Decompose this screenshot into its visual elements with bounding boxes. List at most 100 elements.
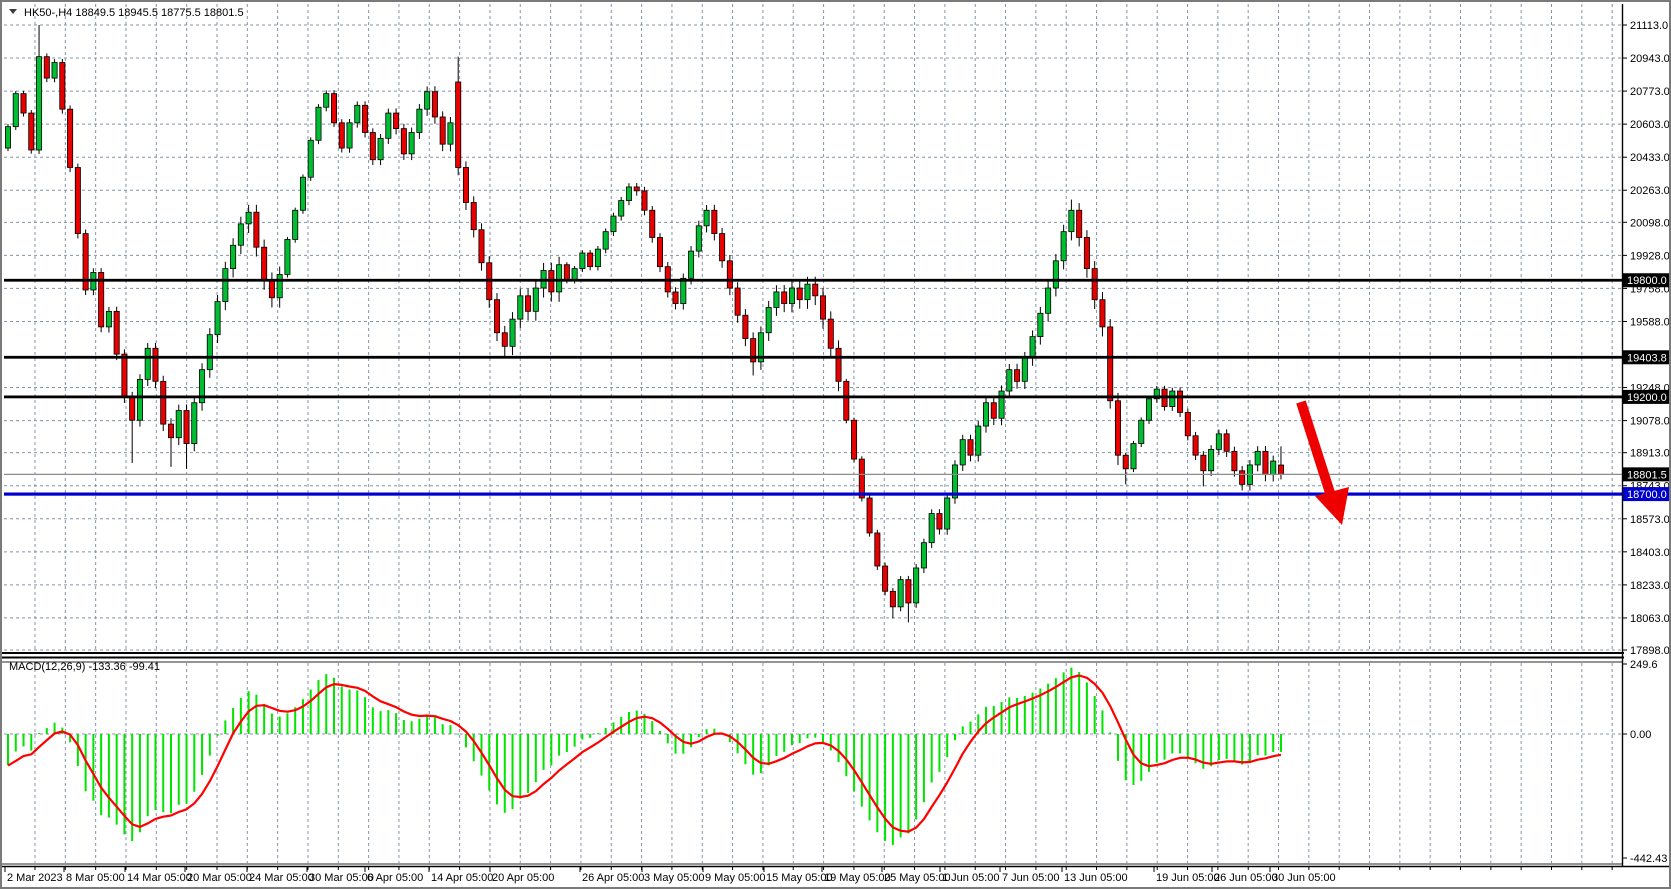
macd-axis-label: 0.00 — [1630, 729, 1651, 741]
bull-candle — [1139, 420, 1144, 443]
macd-histogram-bar — [123, 734, 125, 834]
bull-candle — [347, 123, 352, 148]
bear-candle — [883, 566, 888, 591]
macd-histogram-bar — [985, 707, 987, 734]
chart-window: 21113.020943.020773.020603.020433.020263… — [0, 0, 1671, 889]
bear-candle — [67, 109, 72, 167]
grid — [4, 4, 1622, 863]
macd-histogram-bar — [395, 713, 397, 734]
macd-histogram-bar — [907, 734, 909, 833]
macd-histogram-bar — [116, 734, 118, 825]
bull-candle — [914, 568, 919, 603]
macd-histogram-bar — [240, 698, 242, 734]
bear-candle — [1193, 436, 1198, 455]
macd-histogram-bar — [1164, 734, 1166, 760]
macd-histogram-bar — [139, 734, 141, 832]
blue-level-line — [4, 492, 1622, 495]
price-tick-label: 20943.0 — [1630, 53, 1669, 65]
price-tick-label: 18403.0 — [1630, 547, 1669, 559]
macd-histogram-bar — [954, 734, 956, 740]
symbol-dropdown-icon[interactable] — [9, 9, 17, 14]
bull-candle — [681, 278, 686, 303]
price-tick-label: 18233.0 — [1630, 580, 1669, 592]
macd-histogram-bar — [302, 699, 304, 734]
blue-level-badge-label: 18700.0 — [1627, 489, 1667, 501]
support-resistance-line — [4, 356, 1622, 359]
macd-axis-label: -442.43 — [1630, 853, 1667, 865]
macd-histogram-bar — [465, 734, 467, 747]
macd-histogram-bar — [845, 734, 847, 776]
bull-candle — [1255, 451, 1260, 465]
price-tick-label: 19588.0 — [1630, 316, 1669, 328]
macd-histogram-bar — [1086, 682, 1088, 734]
bear-candle — [797, 288, 802, 300]
bear-candle — [130, 397, 135, 420]
bull-candle — [595, 249, 600, 266]
bull-candle — [704, 210, 709, 226]
macd-histogram-bar — [255, 695, 257, 734]
price-tick-label: 18913.0 — [1630, 448, 1669, 460]
macd-histogram-bar — [1241, 734, 1243, 765]
price-tick-label: 19928.0 — [1630, 250, 1669, 262]
macd-histogram-bar — [659, 731, 661, 734]
macd-histogram-bar — [690, 734, 692, 747]
macd-histogram-bar — [1187, 734, 1189, 758]
candlestick-chart[interactable]: 21113.020943.020773.020603.020433.020263… — [2, 2, 1669, 887]
bear-candle — [525, 296, 530, 312]
time-tick-label: 19 May 05:00 — [824, 872, 891, 884]
macd-histogram-bar — [1117, 734, 1119, 761]
macd-histogram-bar — [574, 734, 576, 747]
bear-candle — [712, 210, 717, 233]
price-tick-label: 20773.0 — [1630, 86, 1669, 98]
price-tick-label: 20433.0 — [1630, 152, 1669, 164]
time-tick-label: 3 May 05:00 — [644, 872, 705, 884]
bear-candle — [463, 167, 468, 202]
bull-candle — [277, 274, 282, 297]
macd-histogram-bar — [154, 734, 156, 810]
macd-histogram-bar — [310, 690, 312, 734]
macd-histogram-bar — [92, 734, 94, 801]
macd-histogram-bar — [799, 734, 801, 743]
macd-histogram-bar — [783, 734, 785, 752]
bear-candle — [1240, 471, 1245, 485]
macd-histogram-bar — [1210, 734, 1212, 766]
macd-histogram-bar — [760, 734, 762, 773]
bear-candle — [29, 113, 34, 150]
bear-candle — [1263, 451, 1268, 474]
macd-histogram-bar — [418, 719, 420, 734]
macd-histogram-bar — [1280, 734, 1282, 752]
bull-candle — [1030, 337, 1035, 358]
axes: 21113.020943.020773.020603.020433.020263… — [2, 4, 1669, 884]
bull-candle — [417, 109, 422, 132]
bull-candle — [238, 224, 243, 245]
bear-candle — [401, 129, 406, 154]
bear-candle — [906, 580, 911, 603]
bear-candle — [650, 210, 655, 237]
macd-histogram-bar — [271, 714, 273, 734]
bull-candle — [223, 269, 228, 302]
bear-candle — [1278, 465, 1283, 474]
bull-candle — [960, 440, 965, 465]
macd-histogram-bar — [263, 704, 265, 734]
bear-candle — [1201, 455, 1206, 471]
macd-histogram-bar — [380, 711, 382, 734]
price-tick-label: 20098.0 — [1630, 217, 1669, 229]
macd-histogram-bar — [775, 734, 777, 756]
macd-histogram-bar — [1272, 734, 1274, 752]
macd-histogram-bar — [403, 720, 405, 734]
time-tick-label: 6 Apr 05:00 — [367, 872, 423, 884]
bull-candle — [207, 335, 212, 370]
macd-histogram-bar — [1101, 710, 1103, 734]
bear-candle — [1100, 300, 1105, 327]
bear-candle — [991, 403, 996, 419]
bull-candle — [137, 379, 142, 420]
bear-candle — [1108, 327, 1113, 401]
bull-candle — [1007, 370, 1012, 391]
bear-candle — [813, 284, 818, 296]
bull-candle — [805, 284, 810, 300]
time-tick-label: 30 Mar 05:00 — [309, 872, 374, 884]
macd-histogram-bar — [969, 722, 971, 734]
bull-candle — [13, 94, 18, 127]
macd-histogram-bar — [15, 734, 17, 751]
macd-histogram-bar — [597, 733, 599, 734]
